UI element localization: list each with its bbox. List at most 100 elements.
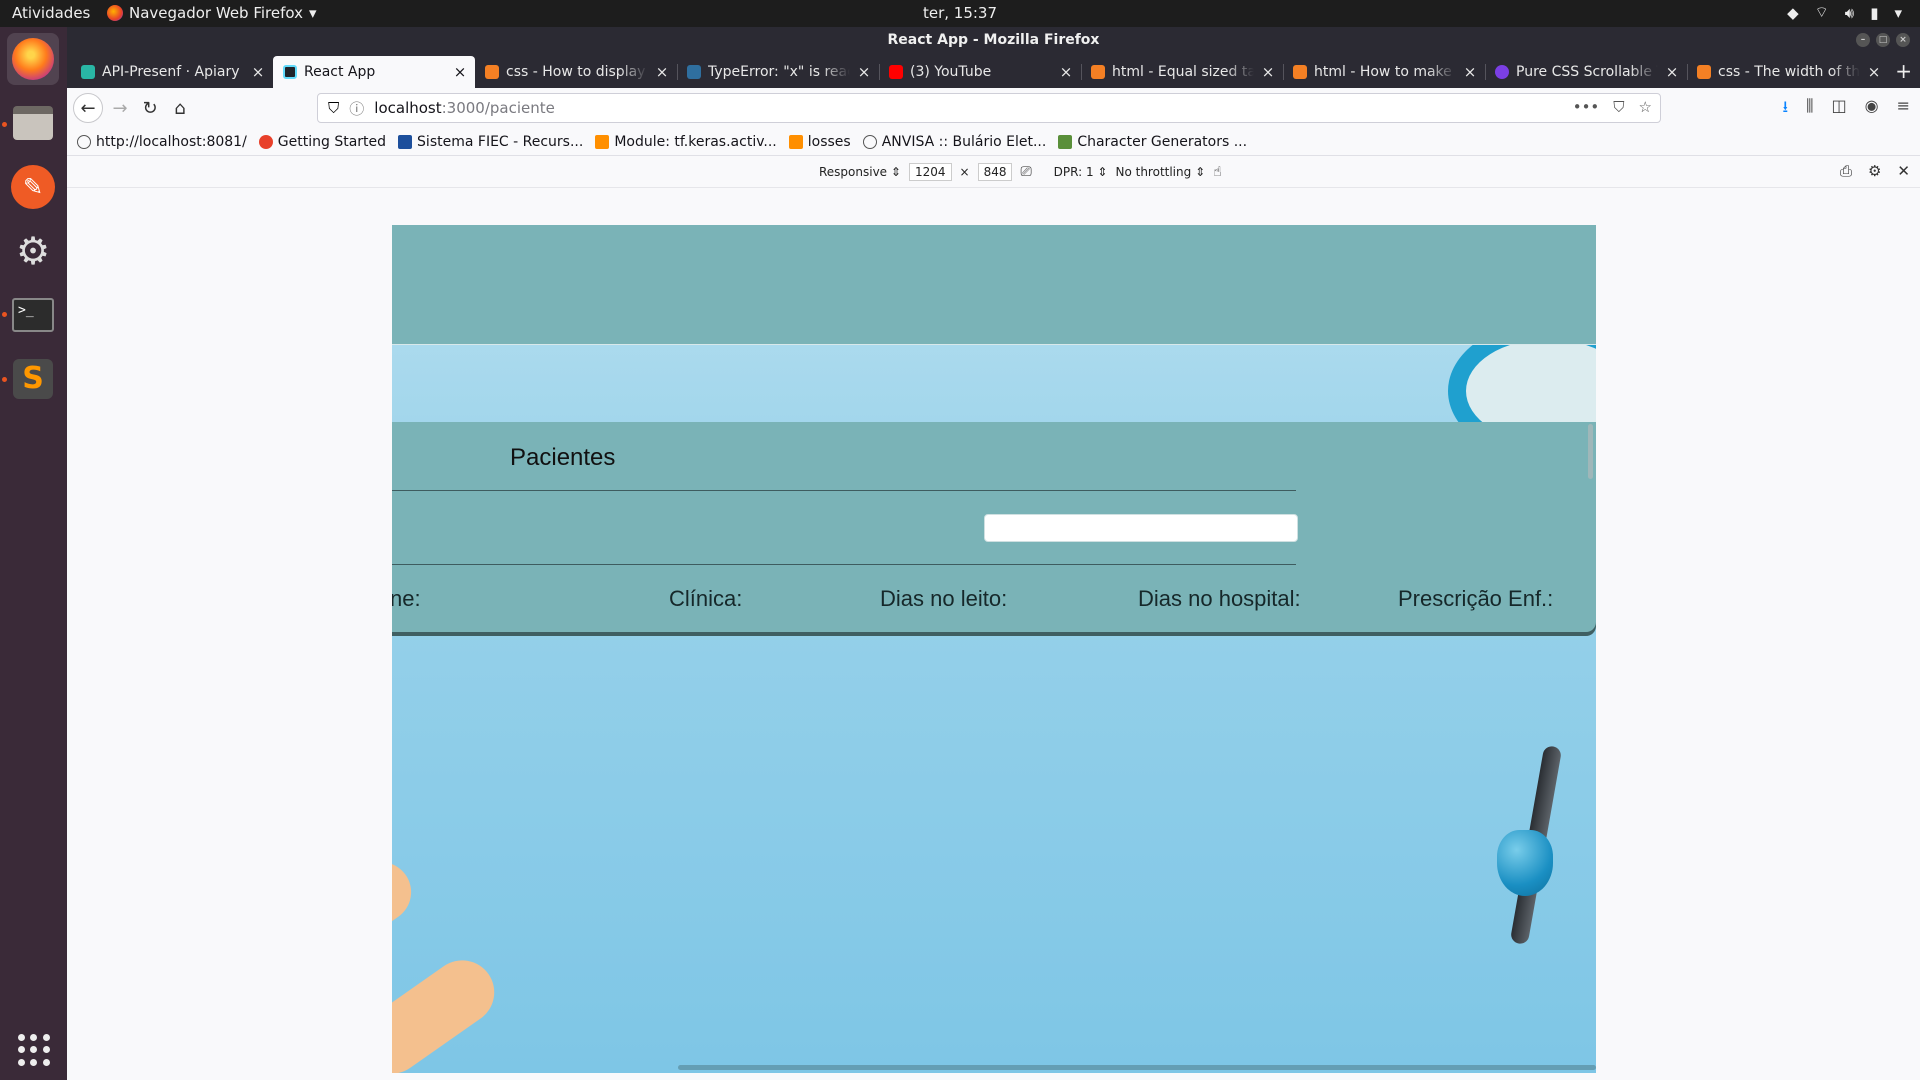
tab-stackoverflow-3[interactable]: html - How to make t × bbox=[1283, 56, 1485, 88]
minimize-icon[interactable]: – bbox=[1856, 33, 1870, 47]
app-header bbox=[392, 225, 1596, 345]
tab-stackoverflow-2[interactable]: html - Equal sized tab × bbox=[1081, 56, 1283, 88]
close-rdm-icon[interactable]: ✕ bbox=[1897, 162, 1910, 180]
touch-simulation-icon[interactable]: ☝ bbox=[1213, 164, 1222, 180]
close-tab-icon[interactable]: × bbox=[1059, 63, 1073, 81]
close-tab-icon[interactable]: × bbox=[251, 63, 265, 81]
close-tab-icon[interactable]: × bbox=[857, 63, 871, 81]
bookmark-localhost[interactable]: http://localhost:8081/ bbox=[77, 134, 247, 150]
vertical-scrollbar[interactable] bbox=[1588, 424, 1593, 479]
horizontal-scrollbar[interactable] bbox=[678, 1065, 1596, 1070]
search-input[interactable] bbox=[984, 514, 1298, 542]
stackoverflow-favicon-icon bbox=[1091, 65, 1105, 79]
tab-codepen[interactable]: Pure CSS Scrollable T × bbox=[1485, 56, 1687, 88]
globe-icon bbox=[77, 134, 91, 149]
url-host: localhost bbox=[374, 99, 442, 117]
new-tab-icon[interactable]: + bbox=[1895, 59, 1912, 83]
bookmark-losses[interactable]: losses bbox=[788, 134, 851, 150]
fiec-icon bbox=[398, 134, 413, 149]
viewport-width-input[interactable]: 1204 bbox=[908, 163, 952, 181]
rotate-viewport-icon[interactable]: ⎚ bbox=[1020, 164, 1031, 180]
home-icon[interactable]: ⌂ bbox=[165, 93, 195, 123]
tensorflow-icon bbox=[595, 134, 610, 149]
activities-button[interactable]: Atividades bbox=[12, 4, 90, 22]
device-selector[interactable]: Responsive ⇕ bbox=[819, 165, 901, 179]
bookmark-anvisa[interactable]: ANVISA :: Bulário Elet... bbox=[862, 134, 1046, 150]
apiary-favicon-icon bbox=[81, 65, 95, 79]
menu-icon[interactable]: ≡ bbox=[1897, 96, 1910, 123]
settings-tools-icon: ⚙ bbox=[15, 229, 51, 273]
close-tab-icon[interactable]: × bbox=[1665, 63, 1679, 81]
tab-mdn[interactable]: TypeError: "x" is read × bbox=[677, 56, 879, 88]
navigation-toolbar: ← → ↻ ⌂ ⛉ ⓘ localhost:3000/paciente ••• … bbox=[67, 88, 1920, 128]
app-menu[interactable]: Navegador Web Firefox ▾ bbox=[107, 4, 317, 22]
sidebar-icon[interactable]: ◫ bbox=[1832, 96, 1847, 123]
column-header-clinica: Clínica: bbox=[669, 586, 743, 611]
viewport-area: Pacientes Busca: ne: Clínica: Dias no le… bbox=[67, 188, 1920, 1080]
dock-sublime[interactable]: S bbox=[7, 353, 59, 405]
close-tab-icon[interactable]: × bbox=[1463, 63, 1477, 81]
back-icon[interactable]: ← bbox=[73, 93, 103, 123]
close-tab-icon[interactable]: × bbox=[655, 63, 669, 81]
system-tray[interactable]: ◆ ⌔ 🔊︎ ▮ ▾ bbox=[1787, 3, 1902, 22]
dpr-selector[interactable]: DPR: 1 ⇕ bbox=[1054, 165, 1108, 179]
window-title: React App - Mozilla Firefox bbox=[887, 32, 1100, 48]
url-bar[interactable]: ⛉ ⓘ localhost:3000/paciente ••• ⛉ ☆ bbox=[317, 93, 1661, 123]
tab-youtube[interactable]: (3) YouTube × bbox=[879, 56, 1081, 88]
dock-settings[interactable]: ⚙ bbox=[7, 225, 59, 277]
show-applications-icon[interactable] bbox=[18, 1034, 50, 1066]
tab-stackoverflow-4[interactable]: css - The width of the × bbox=[1687, 56, 1889, 88]
close-tab-icon[interactable]: × bbox=[453, 63, 467, 81]
bookmark-tf-keras[interactable]: Module: tf.keras.activ... bbox=[595, 134, 777, 150]
viewport-height-input[interactable]: 848 bbox=[977, 163, 1013, 181]
sublime-text-icon: S bbox=[13, 359, 53, 399]
mdn-favicon-icon bbox=[687, 65, 701, 79]
chevron-down-icon[interactable]: ▾ bbox=[1894, 4, 1902, 22]
throttling-selector[interactable]: No throttling ⇕ bbox=[1115, 165, 1205, 179]
close-tab-icon[interactable]: × bbox=[1867, 63, 1881, 81]
page-actions-icon[interactable]: ••• bbox=[1573, 98, 1600, 116]
bookmarks-toolbar: http://localhost:8081/ Getting Started S… bbox=[67, 128, 1920, 156]
account-icon[interactable]: ◉ bbox=[1865, 96, 1879, 123]
pocket-icon[interactable]: ⛉ bbox=[1613, 98, 1624, 116]
dock-postman[interactable]: ✎ bbox=[7, 161, 59, 213]
divider bbox=[392, 490, 1296, 491]
bookmark-character-generators[interactable]: Character Generators ... bbox=[1058, 134, 1247, 150]
firefox-icon bbox=[258, 134, 273, 149]
library-icon[interactable]: ⫼ bbox=[1806, 96, 1813, 123]
shield-icon[interactable]: ⛉ bbox=[328, 99, 339, 117]
screenshot-icon[interactable]: ⎙ bbox=[1840, 162, 1852, 180]
wifi-icon[interactable]: ⌔ bbox=[1815, 3, 1829, 22]
globe-icon bbox=[862, 134, 877, 149]
bookmark-star-icon[interactable]: ☆ bbox=[1639, 98, 1652, 116]
settings-icon[interactable]: ⚙ bbox=[1868, 162, 1881, 180]
clock[interactable]: ter, 15:37 bbox=[923, 4, 997, 22]
downloads-icon[interactable]: ⭳ bbox=[1783, 96, 1789, 123]
network-indicator-icon[interactable]: ◆ bbox=[1787, 4, 1799, 22]
battery-icon[interactable]: ▮ bbox=[1870, 4, 1878, 22]
column-header-dias-hospital: Dias no hospital: bbox=[1138, 586, 1301, 611]
tab-bar: API-Presenf · Apiary × React App × css -… bbox=[67, 53, 1920, 88]
dock-terminal[interactable]: >_ bbox=[7, 289, 59, 341]
patients-panel: Pacientes Busca: ne: Clínica: Dias no le… bbox=[392, 422, 1596, 632]
dock-firefox[interactable] bbox=[7, 33, 59, 85]
maximize-icon[interactable]: □ bbox=[1876, 33, 1890, 47]
firefox-window: React App - Mozilla Firefox – □ × API-Pr… bbox=[67, 27, 1920, 1080]
terminal-icon: >_ bbox=[12, 298, 54, 332]
close-icon[interactable]: × bbox=[1896, 33, 1910, 47]
tab-apiary[interactable]: API-Presenf · Apiary × bbox=[71, 56, 273, 88]
codepen-favicon-icon bbox=[1495, 65, 1509, 79]
chevron-down-icon: ▾ bbox=[308, 4, 317, 22]
volume-icon[interactable]: 🔊︎ bbox=[1845, 4, 1854, 22]
reload-icon[interactable]: ↻ bbox=[135, 93, 165, 123]
bookmark-getting-started[interactable]: Getting Started bbox=[258, 134, 386, 150]
dock-files[interactable] bbox=[7, 97, 59, 149]
character-generator-icon bbox=[1058, 134, 1073, 149]
close-tab-icon[interactable]: × bbox=[1261, 63, 1275, 81]
bookmark-sistema-fiec[interactable]: Sistema FIEC - Recurs... bbox=[398, 134, 583, 150]
forward-icon[interactable]: → bbox=[105, 93, 135, 123]
site-info-icon[interactable]: ⓘ bbox=[349, 98, 364, 119]
tab-react-app[interactable]: React App × bbox=[273, 56, 475, 88]
tab-stackoverflow-1[interactable]: css - How to display s × bbox=[475, 56, 677, 88]
column-header-name: ne: bbox=[392, 586, 421, 611]
